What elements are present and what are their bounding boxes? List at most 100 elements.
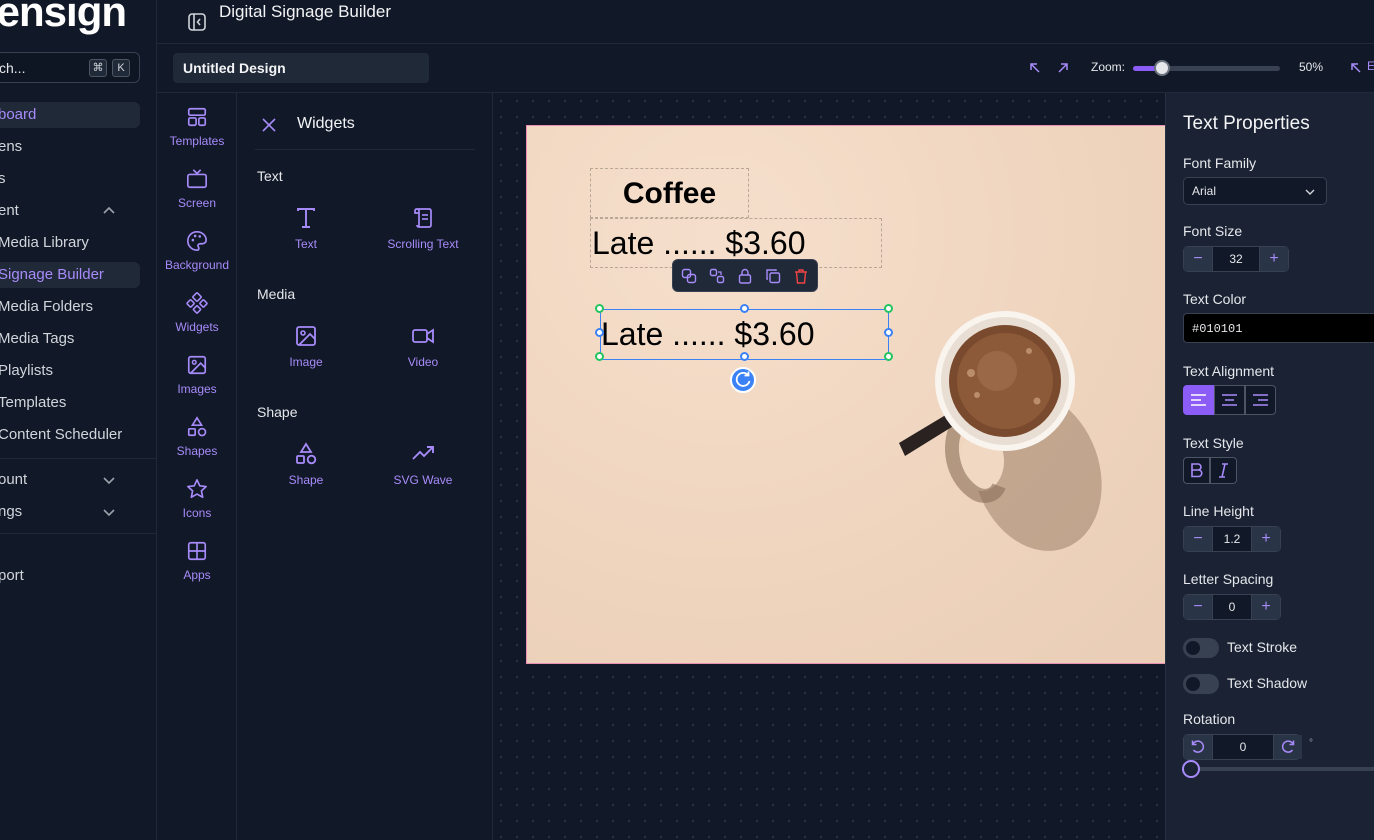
rotate-handle[interactable]: [730, 367, 756, 393]
rotate-cw-icon: [1281, 740, 1295, 753]
duplicate-icon[interactable]: [765, 268, 781, 284]
widget-image[interactable]: Image: [251, 324, 361, 384]
collapse-arrow-icon[interactable]: [1349, 61, 1363, 75]
line-height-increase-button[interactable]: +: [1252, 527, 1280, 551]
sidebar-item-label: s: [0, 170, 6, 187]
sidebar-item-label: Media Tags: [0, 330, 75, 347]
text-stroke-toggle[interactable]: [1183, 638, 1219, 658]
rail-shapes[interactable]: Shapes: [157, 416, 237, 476]
rail-templates[interactable]: Templates: [157, 106, 237, 166]
resize-handle-top[interactable]: [740, 304, 749, 313]
sidebar-item-content-scheduler[interactable]: Content Scheduler: [0, 422, 140, 448]
letter-spacing-decrease-button[interactable]: −: [1184, 595, 1212, 619]
toggle-knob: [1186, 677, 1200, 691]
sidebar-item-label: Media Library: [0, 234, 89, 251]
canvas-workspace[interactable]: Coffee Late ...... $3.60 Late ...... $3.…: [493, 93, 1165, 840]
sidebar-item-account[interactable]: ount: [0, 467, 140, 493]
rail-screen[interactable]: Screen: [157, 168, 237, 228]
rotation-slider-track[interactable]: [1190, 767, 1374, 771]
sidebar-item-dashboard[interactable]: board: [0, 102, 140, 128]
rail-apps[interactable]: Apps: [157, 540, 237, 600]
close-icon[interactable]: [261, 117, 277, 133]
letter-spacing-input[interactable]: 0: [1212, 595, 1252, 619]
rotate-left-button[interactable]: [1184, 735, 1212, 759]
widget-text[interactable]: Text: [251, 206, 361, 266]
sidebar-item-media-folders[interactable]: Media Folders: [0, 294, 140, 320]
resize-handle-bottom-left[interactable]: [595, 352, 604, 361]
widget-scrolling-text[interactable]: Scrolling Text: [368, 206, 478, 266]
video-icon: [412, 328, 434, 344]
line-height-input[interactable]: 1.2: [1212, 527, 1252, 551]
sidebar-item-screens[interactable]: ens: [0, 134, 140, 160]
section-heading-shape: Shape: [257, 404, 298, 420]
resize-handle-top-left[interactable]: [595, 304, 604, 313]
search-box[interactable]: ch... ⌘ K: [0, 52, 140, 83]
widget-video[interactable]: Video: [368, 324, 478, 384]
rotation-slider-thumb[interactable]: [1182, 760, 1200, 778]
canvas-title-text[interactable]: Coffee: [590, 168, 749, 218]
rail-widgets[interactable]: Widgets: [157, 292, 237, 352]
font-size-input[interactable]: 32: [1212, 247, 1260, 271]
align-center-button[interactable]: [1214, 385, 1245, 415]
sidebar-item-support[interactable]: port: [0, 563, 140, 589]
font-size-increase-button[interactable]: +: [1260, 247, 1288, 271]
rail-background[interactable]: Background: [157, 230, 237, 290]
align-left-icon: [1191, 394, 1206, 406]
shapes-icon: [187, 416, 207, 437]
sidebar-item-media-library[interactable]: Media Library: [0, 230, 140, 256]
rotate-right-button[interactable]: [1274, 735, 1302, 759]
widgets-panel-title: Widgets: [297, 115, 355, 132]
sidebar-item-templates[interactable]: Templates: [0, 390, 140, 416]
sidebar-item-groups[interactable]: s: [0, 166, 140, 192]
rail-images[interactable]: Images: [157, 354, 237, 414]
coffee-cup-image[interactable]: [887, 311, 1147, 591]
line-height-stepper: − 1.2 +: [1183, 526, 1281, 552]
text-shadow-toggle[interactable]: [1183, 674, 1219, 694]
line-height-decrease-button[interactable]: −: [1184, 527, 1212, 551]
sidebar-item-label: Signage Builder: [0, 266, 104, 283]
text-color-input[interactable]: #010101: [1183, 313, 1374, 343]
resize-handle-top-right[interactable]: [884, 304, 893, 313]
font-size-decrease-button[interactable]: −: [1184, 247, 1212, 271]
resize-handle-right[interactable]: [884, 328, 893, 337]
sidebar-item-signage-builder[interactable]: Signage Builder: [0, 262, 140, 288]
sidebar-item-label: port: [0, 567, 24, 584]
image-icon: [187, 355, 207, 375]
rail-icons[interactable]: Icons: [157, 478, 237, 538]
sidebar-item-media-tags[interactable]: Media Tags: [0, 326, 140, 352]
resize-handle-left[interactable]: [595, 328, 604, 337]
align-right-icon: [1253, 394, 1268, 406]
star-icon: [187, 479, 207, 499]
lock-icon[interactable]: [737, 268, 753, 284]
sidebar-item-settings[interactable]: ngs: [0, 499, 140, 525]
widget-svg-wave[interactable]: SVG Wave: [368, 442, 478, 502]
expand-arrow-icon[interactable]: [1056, 61, 1070, 75]
design-name-input[interactable]: Untitled Design: [173, 53, 429, 83]
align-left-button[interactable]: [1183, 385, 1214, 415]
rail-label: Icons: [182, 506, 212, 520]
resize-handle-bottom[interactable]: [740, 352, 749, 361]
bold-button[interactable]: [1183, 457, 1210, 484]
sidebar-item-label: ngs: [0, 503, 23, 520]
rotation-input[interactable]: 0: [1212, 735, 1274, 759]
sidebar-item-content[interactable]: ent: [0, 198, 140, 224]
sidebar-toggle-icon[interactable]: [187, 12, 207, 32]
tv-icon: [187, 169, 207, 189]
sidebar-item-playlists[interactable]: Playlists: [0, 358, 140, 384]
group-icon[interactable]: [681, 268, 697, 284]
rail-label: Apps: [183, 568, 211, 582]
text-type-icon: [297, 208, 315, 228]
widget-shape[interactable]: Shape: [251, 442, 361, 502]
zoom-slider-thumb[interactable]: [1154, 60, 1171, 76]
ungroup-icon[interactable]: [709, 268, 725, 284]
design-canvas[interactable]: Coffee Late ...... $3.60 Late ...... $3.…: [526, 125, 1165, 664]
italic-button[interactable]: [1210, 457, 1237, 484]
resize-handle-bottom-right[interactable]: [884, 352, 893, 361]
trash-icon[interactable]: [793, 268, 809, 284]
widget-label: Image: [289, 355, 323, 369]
align-right-button[interactable]: [1245, 385, 1276, 415]
font-family-select[interactable]: Arial: [1183, 177, 1327, 205]
rotate-icon: [735, 371, 751, 387]
letter-spacing-increase-button[interactable]: +: [1252, 595, 1280, 619]
collapse-arrow-icon[interactable]: [1028, 61, 1042, 75]
